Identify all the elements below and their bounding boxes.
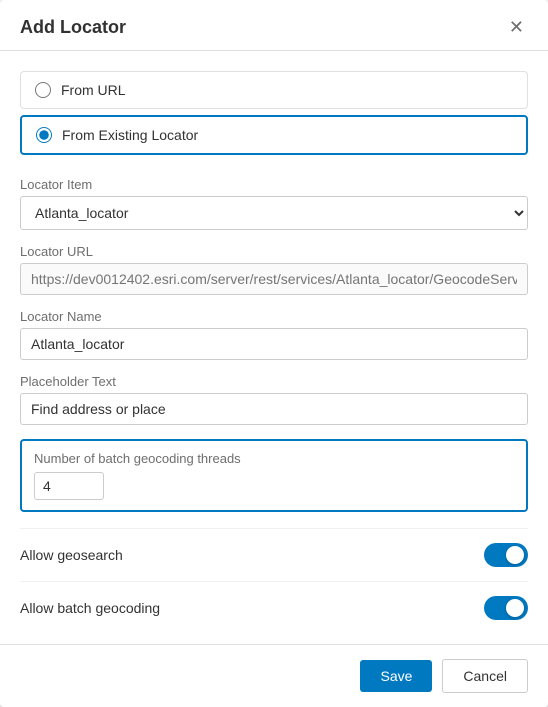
locator-url-input[interactable] [20,263,528,295]
locator-url-label: Locator URL [20,244,528,259]
cancel-button[interactable]: Cancel [442,659,528,693]
locator-item-label: Locator Item [20,177,528,192]
allow-geosearch-toggle[interactable] [484,543,528,567]
batch-geocoding-section: Number of batch geocoding threads [20,439,528,512]
locator-url-group: Locator URL [20,244,528,295]
allow-geosearch-slider [484,543,528,567]
dialog-title: Add Locator [20,17,126,38]
placeholder-text-input[interactable] [20,393,528,425]
locator-item-group: Locator Item Atlanta_locator [20,177,528,230]
allow-batch-row: Allow batch geocoding [20,581,528,634]
radio-from-url-label: From URL [61,82,126,98]
dialog-footer: Save Cancel [0,644,548,707]
placeholder-text-group: Placeholder Text [20,374,528,425]
allow-batch-slider [484,596,528,620]
radio-from-existing-input[interactable] [36,127,52,143]
batch-threads-input[interactable] [34,472,104,500]
radio-from-existing[interactable]: From Existing Locator [20,115,528,155]
placeholder-text-label: Placeholder Text [20,374,528,389]
save-button[interactable]: Save [360,660,432,692]
locator-name-label: Locator Name [20,309,528,324]
allow-geosearch-label: Allow geosearch [20,547,123,563]
locator-name-input[interactable] [20,328,528,360]
source-radio-group: From URL From Existing Locator [20,71,528,161]
allow-batch-toggle[interactable] [484,596,528,620]
locator-item-select[interactable]: Atlanta_locator [20,196,528,230]
allow-batch-label: Allow batch geocoding [20,600,160,616]
radio-from-url-input[interactable] [35,82,51,98]
locator-name-group: Locator Name [20,309,528,360]
close-button[interactable]: ✕ [505,16,528,38]
radio-from-existing-label: From Existing Locator [62,127,198,143]
add-locator-dialog: Add Locator ✕ From URL From Existing Loc… [0,0,548,707]
dialog-header: Add Locator ✕ [0,0,548,51]
batch-geocoding-label: Number of batch geocoding threads [34,451,514,466]
dialog-body: From URL From Existing Locator Locator I… [0,51,548,644]
allow-geosearch-row: Allow geosearch [20,528,528,581]
radio-from-url[interactable]: From URL [20,71,528,109]
